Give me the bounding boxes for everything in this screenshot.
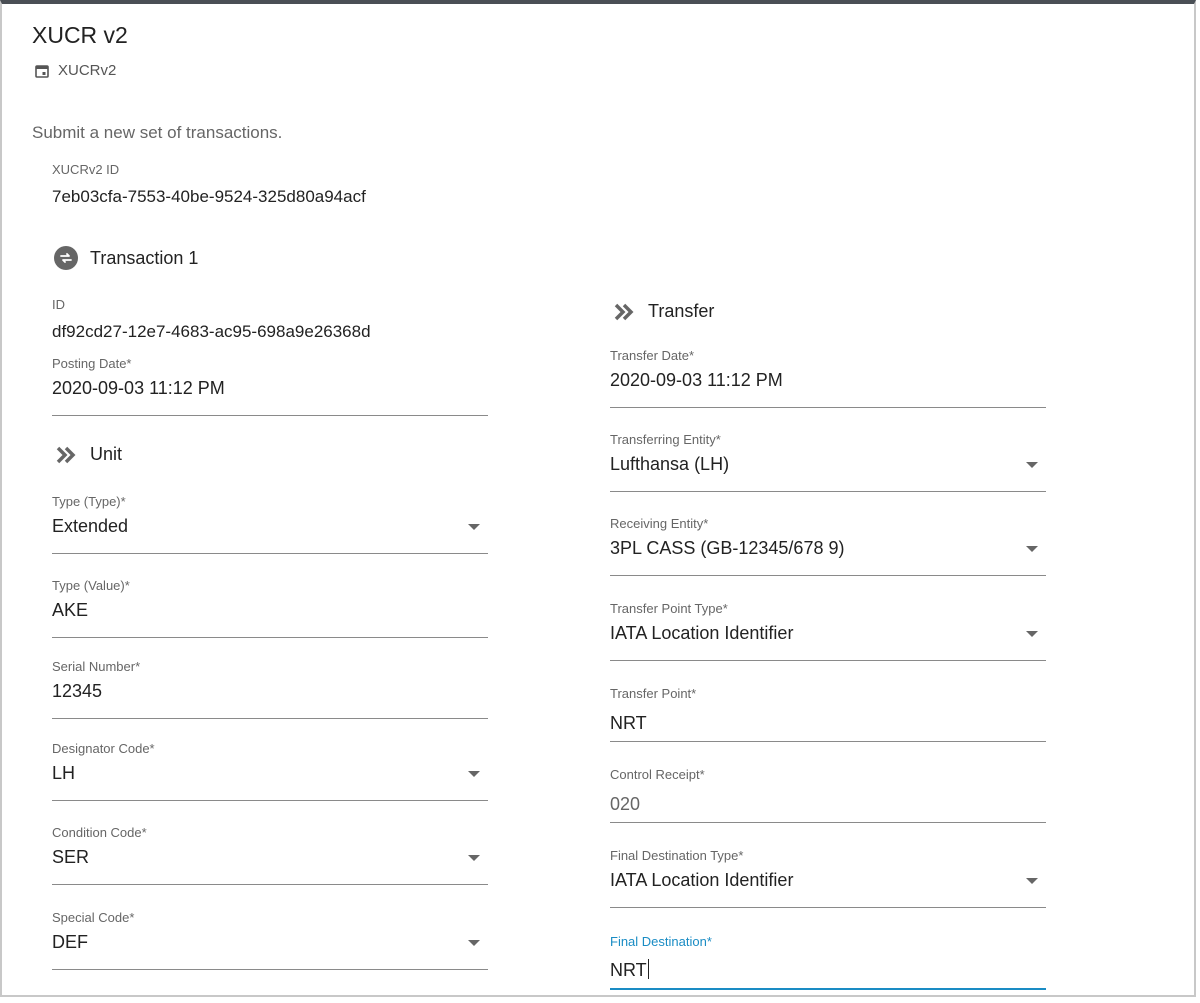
unit-type-type-label: Type (Type)* bbox=[52, 494, 126, 509]
final-destination-field[interactable]: Final Destination* NRT bbox=[610, 934, 1046, 990]
unit-type-value-field[interactable]: Type (Value)* AKE bbox=[52, 578, 488, 638]
control-receipt-label: Control Receipt* bbox=[610, 767, 705, 782]
caret-down-icon bbox=[1026, 546, 1038, 552]
caret-down-icon bbox=[468, 771, 480, 777]
condition-code-value: SER bbox=[52, 847, 90, 867]
text-cursor bbox=[647, 959, 649, 979]
final-destination-type-label: Final Destination Type* bbox=[610, 848, 744, 863]
special-code-select[interactable]: Special Code* DEF bbox=[52, 910, 488, 970]
field-underline bbox=[52, 969, 488, 970]
posting-date-label: Posting Date* bbox=[52, 356, 132, 371]
transferring-entity-label: Transferring Entity* bbox=[610, 432, 721, 447]
control-receipt-value: 020 bbox=[610, 794, 641, 814]
final-destination-label: Final Destination* bbox=[610, 934, 712, 949]
field-underline bbox=[610, 822, 1046, 823]
transfer-heading: Transfer bbox=[612, 301, 714, 322]
form-window: XUCR v2 XUCRv2 Submit a new set of trans… bbox=[0, 0, 1196, 997]
serial-number-label: Serial Number* bbox=[52, 659, 141, 674]
designator-code-select[interactable]: Designator Code* LH bbox=[52, 741, 488, 801]
page-title: XUCR v2 bbox=[32, 22, 128, 48]
field-underline bbox=[52, 884, 488, 885]
final-destination-type-select[interactable]: Final Destination Type* IATA Location Id… bbox=[610, 848, 1046, 908]
transaction-heading: Transaction 1 bbox=[54, 246, 198, 270]
field-underline bbox=[610, 741, 1046, 742]
posting-date-value: 2020-09-03 11:12 PM bbox=[52, 378, 225, 398]
transferring-entity-value: Lufthansa (LH) bbox=[610, 454, 730, 474]
receiving-entity-value: 3PL CASS (GB-12345/678 9) bbox=[610, 538, 845, 558]
field-underline bbox=[52, 553, 488, 554]
unit-heading: Unit bbox=[54, 444, 122, 465]
caret-down-icon bbox=[468, 524, 480, 530]
posting-date-field[interactable]: Posting Date* 2020-09-03 11:12 PM bbox=[52, 356, 488, 416]
field-underline bbox=[52, 800, 488, 801]
field-underline bbox=[610, 407, 1046, 408]
xucr-id-label: XUCRv2 ID bbox=[52, 162, 120, 177]
unit-type-type-value: Extended bbox=[52, 516, 129, 536]
field-underline-focused bbox=[610, 988, 1046, 990]
transfer-date-label: Transfer Date* bbox=[610, 348, 695, 363]
transfer-heading-label: Transfer bbox=[648, 301, 715, 321]
control-receipt-field[interactable]: Control Receipt* 020 bbox=[610, 767, 1046, 823]
transferring-entity-select[interactable]: Transferring Entity* Lufthansa (LH) bbox=[610, 432, 1046, 492]
field-underline bbox=[52, 718, 488, 719]
designator-code-value: LH bbox=[52, 763, 76, 783]
designator-code-label: Designator Code* bbox=[52, 741, 155, 756]
swap-icon bbox=[54, 246, 78, 270]
chevron-double-right-icon bbox=[56, 446, 76, 463]
transfer-point-type-select[interactable]: Transfer Point Type* IATA Location Ident… bbox=[610, 601, 1046, 661]
field-underline bbox=[52, 637, 488, 638]
field-underline bbox=[610, 575, 1046, 576]
unit-type-value-label: Type (Value)* bbox=[52, 578, 130, 593]
special-code-label: Special Code* bbox=[52, 910, 135, 925]
xucr-id-value: 7eb03cfa-7553-40be-9524-325d80a94acf bbox=[52, 187, 366, 206]
unit-type-type-select[interactable]: Type (Type)* Extended bbox=[52, 494, 488, 554]
page-description: Submit a new set of transactions. bbox=[32, 123, 283, 142]
transfer-point-type-label: Transfer Point Type* bbox=[610, 601, 728, 616]
chevron-double-right-icon bbox=[614, 303, 634, 320]
unit-heading-label: Unit bbox=[90, 444, 123, 464]
field-underline bbox=[52, 415, 488, 416]
transaction-id-label: ID bbox=[52, 297, 65, 312]
final-destination-value: NRT bbox=[610, 960, 647, 980]
caret-down-icon bbox=[468, 855, 480, 861]
receiving-entity-select[interactable]: Receiving Entity* 3PL CASS (GB-12345/678… bbox=[610, 516, 1046, 576]
final-destination-type-value: IATA Location Identifier bbox=[610, 870, 794, 890]
special-code-value: DEF bbox=[52, 932, 88, 952]
field-underline bbox=[610, 660, 1046, 661]
final-destination-input[interactable]: NRT bbox=[610, 959, 649, 981]
field-underline bbox=[610, 491, 1046, 492]
serial-number-value: 12345 bbox=[52, 681, 103, 701]
transfer-point-value: NRT bbox=[610, 713, 647, 733]
caret-down-icon bbox=[468, 940, 480, 946]
subtitle-text: XUCRv2 bbox=[58, 62, 117, 79]
caret-down-icon bbox=[1026, 462, 1038, 468]
transaction-id-value: df92cd27-12e7-4683-ac95-698a9e26368d bbox=[52, 322, 371, 341]
transfer-point-label: Transfer Point* bbox=[610, 686, 697, 701]
field-underline bbox=[610, 907, 1046, 908]
transfer-date-field[interactable]: Transfer Date* 2020-09-03 11:12 PM bbox=[610, 348, 1046, 408]
condition-code-label: Condition Code* bbox=[52, 825, 147, 840]
caret-down-icon bbox=[1026, 878, 1038, 884]
transfer-date-value: 2020-09-03 11:12 PM bbox=[610, 370, 783, 390]
serial-number-field[interactable]: Serial Number* 12345 bbox=[52, 659, 488, 719]
transaction-heading-label: Transaction 1 bbox=[90, 247, 199, 268]
unit-type-value-value: AKE bbox=[52, 600, 89, 620]
caret-down-icon bbox=[1026, 631, 1038, 637]
calendar-icon bbox=[35, 64, 49, 78]
condition-code-select[interactable]: Condition Code* SER bbox=[52, 825, 488, 885]
transfer-point-type-value: IATA Location Identifier bbox=[610, 623, 794, 643]
receiving-entity-label: Receiving Entity* bbox=[610, 516, 709, 531]
page-subtitle: XUCRv2 bbox=[34, 62, 116, 79]
transfer-point-field[interactable]: Transfer Point* NRT bbox=[610, 686, 1046, 742]
